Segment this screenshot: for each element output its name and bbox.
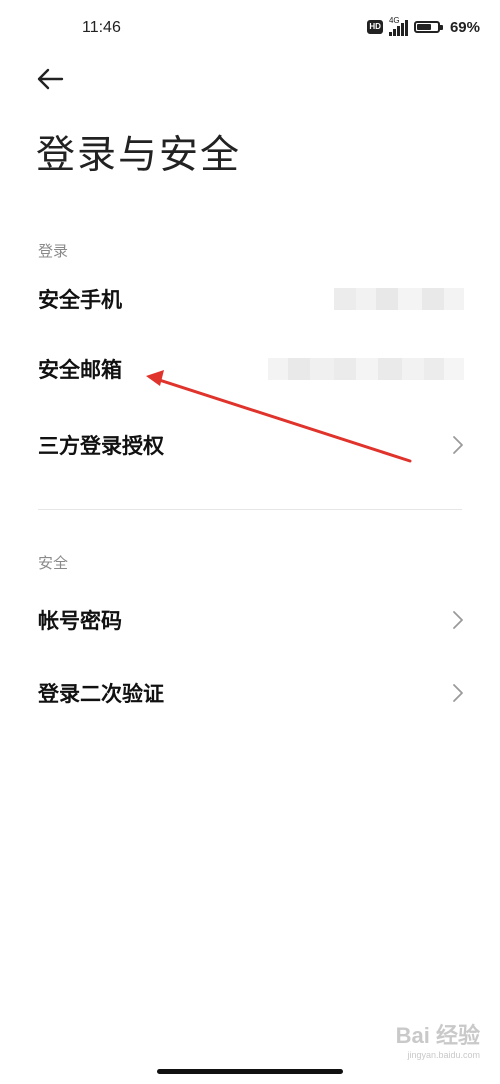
section-divider	[38, 509, 462, 510]
chevron-right-icon	[453, 611, 463, 629]
battery-percent: 69%	[449, 18, 480, 36]
row-label: 登录二次验证	[38, 682, 164, 706]
status-time: 11:46	[82, 19, 121, 36]
chevron-right-icon	[453, 684, 463, 702]
row-third-party-auth[interactable]: 三方登录授权	[0, 410, 500, 480]
row-secure-phone[interactable]: 安全手机	[0, 264, 500, 334]
status-bar: 11:46 HD 4G 69%	[0, 0, 500, 58]
watermark-text: Bai 经验	[395, 1023, 480, 1048]
row-secure-email[interactable]: 安全邮箱	[0, 334, 500, 404]
row-label: 安全手机	[38, 288, 122, 312]
masked-value	[334, 288, 464, 310]
masked-value	[268, 358, 464, 380]
status-indicators: HD 4G 69%	[367, 16, 480, 36]
section-header-login: 登录	[38, 242, 69, 260]
section-header-security: 安全	[38, 554, 69, 572]
network-type: 4G	[388, 16, 400, 25]
page-title: 登录与安全	[36, 133, 242, 178]
home-indicator[interactable]	[157, 1069, 343, 1074]
battery-icon	[413, 21, 443, 33]
watermark-subtext: jingyan.baidu.com	[407, 1050, 480, 1060]
row-two-step-verification[interactable]: 登录二次验证	[0, 658, 500, 728]
chevron-right-icon	[453, 436, 463, 454]
row-account-password[interactable]: 帐号密码	[0, 585, 500, 655]
hd-badge: HD	[367, 20, 383, 34]
row-label: 三方登录授权	[38, 434, 164, 458]
back-button[interactable]	[34, 64, 68, 94]
watermark-logo: Bai 经验 jingyan.baidu.com	[396, 1018, 480, 1060]
row-label: 帐号密码	[38, 609, 122, 633]
battery-fill	[416, 24, 431, 30]
arrow-left-icon	[37, 68, 64, 90]
row-label: 安全邮箱	[38, 358, 122, 382]
signal-icon: 4G	[388, 16, 408, 36]
